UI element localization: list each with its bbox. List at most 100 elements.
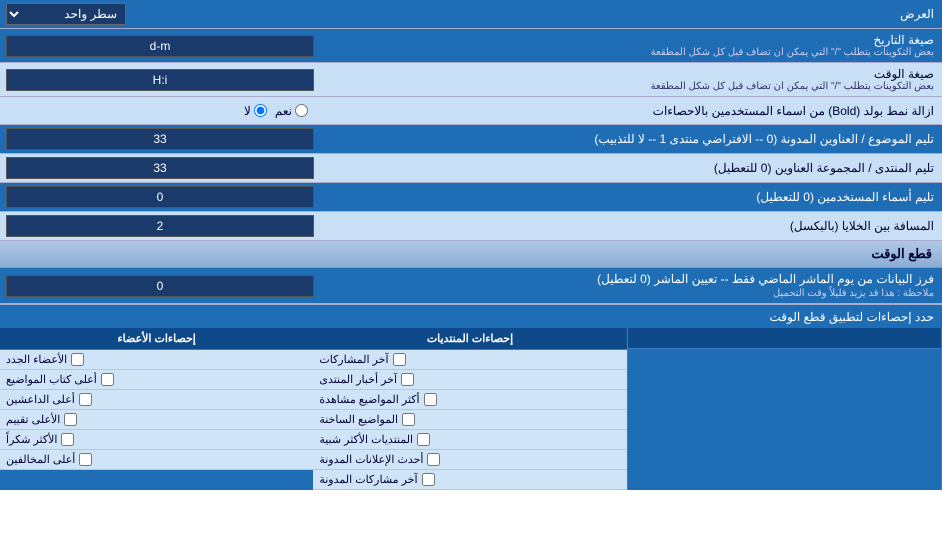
users-trim-row: تليم أسماء المستخدمين (0 للتعطيل) [0, 183, 942, 212]
member-stat-label-2: أعلى الداعشين [6, 393, 75, 406]
member-stat-item-4: الأكثر شكراً [0, 430, 313, 450]
date-format-input-cell [0, 32, 320, 60]
forum-stat-item-6: آخر مشاركات المدونة [313, 470, 626, 490]
time-format-row: صيغة الوقت بعض التكوينات يتطلب "/" التي … [0, 63, 942, 97]
stats-col-members: إحصاءات الأعضاء الأعضاء الجدد أعلى كتاب … [0, 328, 313, 490]
topic-trim-input[interactable] [6, 128, 314, 150]
forum-stat-item-3: المواضيع الساخنة [313, 410, 626, 430]
forum-stat-label-1: آخر أخبار المنتدى [319, 373, 397, 386]
stats-col-members-items: الأعضاء الجدد أعلى كتاب المواضيع أعلى ال… [0, 350, 313, 470]
member-stat-label-0: الأعضاء الجدد [6, 353, 67, 366]
date-format-label: صيغة التاريخ بعض التكوينات يتطلب "/" الت… [320, 29, 942, 62]
cut-data-input[interactable] [6, 275, 314, 297]
forum-stat-label-4: المنتديات الأكثر شبية [319, 433, 413, 446]
forum-stat-item-1: آخر أخبار المنتدى [313, 370, 626, 390]
cut-data-row: فرز البيانات من يوم الماشر الماضي فقط --… [0, 268, 942, 304]
forum-stat-label-0: آخر المشاركات [319, 353, 388, 366]
date-format-label-main: صيغة التاريخ [328, 33, 934, 47]
stats-col-empty [628, 328, 942, 490]
forum-stat-checkbox-0[interactable] [393, 353, 406, 366]
cut-data-input-cell [0, 272, 320, 300]
cut-section-title: قطع الوقت [871, 246, 932, 261]
topic-trim-row: تليم الموضوع / العناوين المدونة (0 -- ال… [0, 125, 942, 154]
stats-section: إحصاءات المنتديات آخر المشاركات آخر أخبا… [0, 328, 942, 490]
time-format-label-sub: بعض التكوينات يتطلب "/" التي يمكن ان تضا… [328, 81, 934, 92]
member-stat-checkbox-0[interactable] [71, 353, 84, 366]
date-format-label-sub: بعض التكوينات يتطلب "/" التي يمكن ان تضا… [328, 47, 934, 58]
stats-col-forums-items: آخر المشاركات آخر أخبار المنتدى أكثر الم… [313, 350, 626, 490]
stats-col-empty-header [628, 328, 941, 349]
stats-col-forums: إحصاءات المنتديات آخر المشاركات آخر أخبا… [313, 328, 627, 490]
forum-stat-label-2: أكثر المواضيع مشاهدة [319, 393, 419, 406]
topic-trim-label: تليم الموضوع / العناوين المدونة (0 -- ال… [320, 128, 942, 150]
member-stat-item-1: أعلى كتاب المواضيع [0, 370, 313, 390]
cut-data-sub: ملاحظة : هذا قد يزيد قليلاً وقت التحميل [328, 288, 934, 299]
stats-col-forums-header: إحصاءات المنتديات [313, 328, 626, 350]
cut-data-label: فرز البيانات من يوم الماشر الماضي فقط --… [320, 268, 942, 303]
member-stat-checkbox-1[interactable] [101, 373, 114, 386]
bold-no-label: لا [244, 104, 251, 118]
hadd-row: حدد إحصاءات لتطبيق قطع الوقت [0, 304, 942, 328]
bold-no-option[interactable]: لا [244, 104, 267, 118]
display-select-cell: سطر واحد سطران ثلاثة أسطر [0, 0, 132, 28]
cell-spacing-input[interactable] [6, 215, 314, 237]
display-row: العرض سطر واحد سطران ثلاثة أسطر [0, 0, 942, 29]
users-trim-input[interactable] [6, 186, 314, 208]
main-container: العرض سطر واحد سطران ثلاثة أسطر صيغة الت… [0, 0, 942, 490]
cell-spacing-input-cell [0, 212, 320, 240]
bold-yes-option[interactable]: نعم [275, 104, 308, 118]
forum-stat-item-4: المنتديات الأكثر شبية [313, 430, 626, 450]
users-trim-label: تليم أسماء المستخدمين (0 للتعطيل) [320, 186, 942, 208]
forum-trim-input[interactable] [6, 157, 314, 179]
forum-stat-label-5: أحدث الإعلانات المدونة [319, 453, 423, 466]
cut-data-label-wrapper: فرز البيانات من يوم الماشر الماضي فقط --… [328, 272, 934, 299]
date-format-input[interactable] [6, 35, 314, 57]
member-stat-item-3: الأعلى تقييم [0, 410, 313, 430]
cut-section-header: قطع الوقت [0, 241, 942, 268]
member-stat-item-5: أعلى المخالفين [0, 450, 313, 470]
member-stat-checkbox-2[interactable] [79, 393, 92, 406]
bold-remove-label: ازالة نمط بولد (Bold) من اسماء المستخدمي… [320, 100, 942, 122]
forum-stat-item-0: آخر المشاركات [313, 350, 626, 370]
forum-stat-checkbox-1[interactable] [401, 373, 414, 386]
forum-stat-checkbox-3[interactable] [402, 413, 415, 426]
display-select[interactable]: سطر واحد سطران ثلاثة أسطر [6, 3, 126, 25]
member-stat-checkbox-3[interactable] [64, 413, 77, 426]
cell-spacing-row: المسافة بين الخلايا (بالبكسل) [0, 212, 942, 241]
member-stat-label-3: الأعلى تقييم [6, 413, 60, 426]
member-stat-item-2: أعلى الداعشين [0, 390, 313, 410]
forum-stat-label-6: آخر مشاركات المدونة [319, 473, 417, 486]
stats-col-members-header: إحصاءات الأعضاء [0, 328, 313, 350]
display-label: العرض [132, 3, 942, 25]
bold-yes-label: نعم [275, 104, 292, 118]
member-stat-label-1: أعلى كتاب المواضيع [6, 373, 97, 386]
bold-remove-row: ازالة نمط بولد (Bold) من اسماء المستخدمي… [0, 97, 942, 125]
member-stat-checkbox-5[interactable] [79, 453, 92, 466]
forum-stat-label-3: المواضيع الساخنة [319, 413, 398, 426]
topic-trim-input-cell [0, 125, 320, 153]
time-format-label-main: صيغة الوقت [328, 67, 934, 81]
cell-spacing-label: المسافة بين الخلايا (بالبكسل) [320, 215, 942, 237]
member-stat-label-4: الأكثر شكراً [6, 433, 57, 446]
member-stat-checkbox-4[interactable] [61, 433, 74, 446]
member-stat-item-0: الأعضاء الجدد [0, 350, 313, 370]
forum-stat-item-2: أكثر المواضيع مشاهدة [313, 390, 626, 410]
bold-remove-radio-cell: نعم لا [0, 101, 320, 121]
forum-stat-checkbox-2[interactable] [424, 393, 437, 406]
forum-trim-row: تليم المنتدى / المجموعة العناوين (0 للتع… [0, 154, 942, 183]
time-format-input[interactable] [6, 69, 314, 91]
forum-stat-item-5: أحدث الإعلانات المدونة [313, 450, 626, 470]
forum-trim-input-cell [0, 154, 320, 182]
time-format-label: صيغة الوقت بعض التكوينات يتطلب "/" التي … [320, 63, 942, 96]
hadd-label: حدد إحصاءات لتطبيق قطع الوقت [0, 307, 942, 327]
time-format-input-cell [0, 66, 320, 94]
forum-stat-checkbox-4[interactable] [417, 433, 430, 446]
member-stat-label-5: أعلى المخالفين [6, 453, 75, 466]
users-trim-input-cell [0, 183, 320, 211]
cut-data-main: فرز البيانات من يوم الماشر الماضي فقط --… [328, 272, 934, 286]
forum-stat-checkbox-6[interactable] [422, 473, 435, 486]
bold-yes-radio[interactable] [295, 104, 308, 117]
bold-no-radio[interactable] [254, 104, 267, 117]
forum-stat-checkbox-5[interactable] [427, 453, 440, 466]
date-format-row: صيغة التاريخ بعض التكوينات يتطلب "/" الت… [0, 29, 942, 63]
